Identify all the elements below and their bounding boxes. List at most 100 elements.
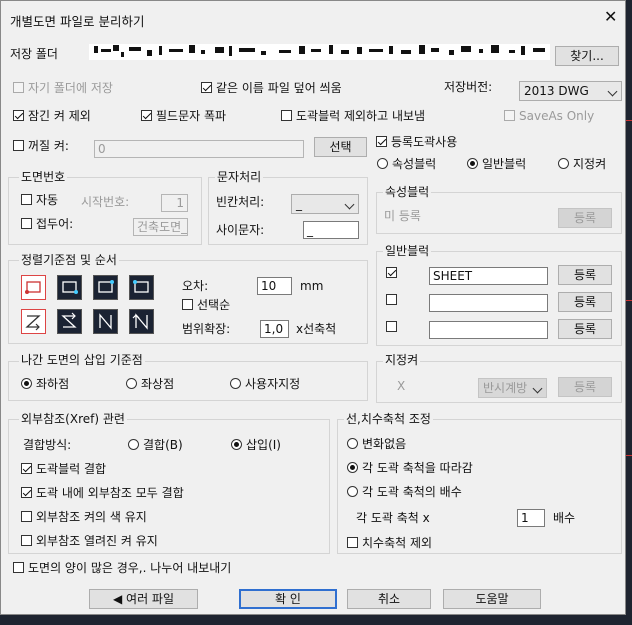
- save-folder-path-redacted[interactable]: [89, 44, 550, 60]
- normal-block-row-3-field[interactable]: [429, 321, 548, 339]
- exclude-dim-label: 치수축척 제외: [362, 536, 433, 550]
- start-number-label: 시작번호:: [81, 195, 130, 209]
- attr-register-button[interactable]: 등록: [558, 208, 612, 228]
- start-number-field[interactable]: 1: [161, 194, 188, 212]
- tolerance-field[interactable]: 10: [257, 277, 292, 295]
- select-layer-button[interactable]: 선택: [314, 137, 367, 157]
- chevron-down-icon: [532, 383, 543, 394]
- select-order-label: 선택순: [197, 298, 231, 312]
- saveas-only-checkbox[interactable]: [504, 110, 515, 121]
- normal-block-row-2-field[interactable]: [429, 294, 548, 312]
- close-icon[interactable]: ✕: [604, 9, 617, 25]
- multiple-scale-label: 각 도곽 축척의 배수: [362, 485, 462, 499]
- sort-title: 정렬기준점 및 순서: [19, 253, 119, 267]
- keep-open-label: 외부참조 열려진 켜 유지: [36, 534, 158, 548]
- use-border-checkbox[interactable]: [376, 136, 387, 147]
- chevron-down-icon: [344, 199, 355, 210]
- insert-top-left-radio[interactable]: [126, 378, 137, 389]
- scale-title: 선,치수축척 조정: [344, 412, 433, 426]
- normal-block-row-3-register-button[interactable]: 등록: [558, 319, 612, 339]
- order-z-icon[interactable]: [21, 309, 46, 334]
- xref-insert-radio[interactable]: [231, 439, 242, 450]
- xref-bind-label: 결합(B): [143, 438, 183, 452]
- skip-locked-checkbox[interactable]: [13, 110, 24, 121]
- use-border-label: 등록도곽사용: [391, 135, 458, 149]
- prefix-checkbox[interactable]: [21, 218, 32, 229]
- sort-bottom-right-icon[interactable]: [57, 275, 82, 300]
- ok-button[interactable]: 확 인: [239, 589, 337, 609]
- normal-block-row-2-checkbox[interactable]: [386, 294, 397, 305]
- dialog-title: 개별도면 파일로 분리하기: [10, 14, 145, 29]
- range-unit: x선축척: [296, 322, 337, 336]
- exclude-block-label: 도곽블럭 제외하고 내보냄: [296, 109, 426, 123]
- overwrite-checkbox[interactable]: [201, 82, 212, 93]
- named-layer-title: 지정켜: [383, 353, 421, 367]
- exclude-dim-checkbox[interactable]: [347, 537, 358, 548]
- text-processing-title: 문자처리: [215, 170, 264, 184]
- order-reverse-z-icon[interactable]: [57, 309, 82, 334]
- normal-block-row-1-register-button[interactable]: 등록: [558, 265, 612, 285]
- sort-bottom-left-icon[interactable]: [21, 275, 46, 300]
- explode-field-checkbox[interactable]: [141, 110, 152, 121]
- insert-point-title: 나간 도면의 삽입 기준점: [19, 353, 145, 367]
- sheet-number-title: 도면번호: [19, 170, 68, 184]
- overwrite-label: 같은 이름 파일 덮어 씌움: [216, 81, 342, 95]
- normal-block-title: 일반블럭: [383, 244, 432, 258]
- insert-bottom-left-radio[interactable]: [21, 378, 32, 389]
- save-version-value: 2013 DWG: [524, 84, 589, 98]
- save-version-label: 저장버전:: [444, 80, 493, 94]
- auto-number-label: 자동: [36, 193, 59, 207]
- direction-select[interactable]: 반시계방: [478, 378, 547, 398]
- named-layer-register-button[interactable]: 등록: [558, 377, 612, 397]
- bind-border-checkbox[interactable]: [21, 463, 32, 474]
- attr-block-radio-label: 속성블럭: [392, 157, 437, 171]
- follow-scale-label: 각 도곽 축척을 따라감: [362, 461, 473, 475]
- normal-block-radio[interactable]: [467, 158, 478, 169]
- insert-custom-label: 사용자지정: [245, 377, 301, 391]
- help-button[interactable]: 도움말: [443, 589, 541, 609]
- normal-block-row-1-field[interactable]: SHEET: [429, 267, 548, 285]
- normal-block-row-1-checkbox[interactable]: [386, 267, 397, 278]
- multiple-scale-radio[interactable]: [347, 486, 358, 497]
- blank-label: 빈칸처리:: [216, 195, 265, 209]
- own-folder-checkbox[interactable]: [13, 82, 24, 93]
- bind-all-checkbox[interactable]: [21, 487, 32, 498]
- save-version-select[interactable]: 2013 DWG: [519, 81, 622, 101]
- named-layer-radio[interactable]: [558, 158, 569, 169]
- xref-bind-radio[interactable]: [128, 439, 139, 450]
- exclude-block-checkbox[interactable]: [281, 110, 292, 121]
- blank-select[interactable]: _: [291, 194, 359, 214]
- browse-button[interactable]: 찾기...: [555, 46, 619, 66]
- prefix-field[interactable]: 건축도면_: [133, 218, 188, 236]
- normal-block-row-2-register-button[interactable]: 등록: [558, 292, 612, 312]
- insert-top-left-label: 좌상점: [141, 377, 175, 391]
- order-reverse-n-icon[interactable]: [129, 309, 154, 334]
- tolerance-label: 오차:: [182, 279, 209, 293]
- keep-open-checkbox[interactable]: [21, 535, 32, 546]
- factor-label: 각 도곽 축척 x: [356, 511, 430, 525]
- auto-number-checkbox[interactable]: [21, 194, 32, 205]
- select-order-checkbox[interactable]: [182, 299, 193, 310]
- attr-block-radio[interactable]: [377, 158, 388, 169]
- sort-top-left-icon[interactable]: [129, 275, 154, 300]
- explode-field-label: 필드문자 폭파: [156, 109, 227, 123]
- insert-custom-radio[interactable]: [230, 378, 241, 389]
- off-layer-field[interactable]: 0: [94, 140, 304, 158]
- range-field[interactable]: 1,0: [260, 320, 289, 338]
- sort-top-right-icon[interactable]: [93, 275, 118, 300]
- factor-field[interactable]: 1: [517, 509, 545, 527]
- normal-block-row-3-checkbox[interactable]: [386, 321, 397, 332]
- factor-unit: 배수: [553, 511, 576, 525]
- off-layer-checkbox[interactable]: [13, 140, 24, 151]
- xref-insert-label: 삽입(I): [246, 438, 281, 452]
- no-change-radio[interactable]: [347, 438, 358, 449]
- keep-color-checkbox[interactable]: [21, 511, 32, 522]
- cancel-button[interactable]: 취소: [347, 589, 431, 609]
- follow-scale-radio[interactable]: [347, 462, 358, 473]
- split-export-label: 도면의 양이 많은 경우,. 나누어 내보내기: [28, 561, 232, 575]
- multi-file-button[interactable]: ◀ 여러 파일: [89, 589, 198, 609]
- split-export-checkbox[interactable]: [13, 562, 24, 573]
- between-field[interactable]: _: [303, 221, 359, 239]
- tolerance-unit: mm: [300, 279, 324, 293]
- order-n-icon[interactable]: [93, 309, 118, 334]
